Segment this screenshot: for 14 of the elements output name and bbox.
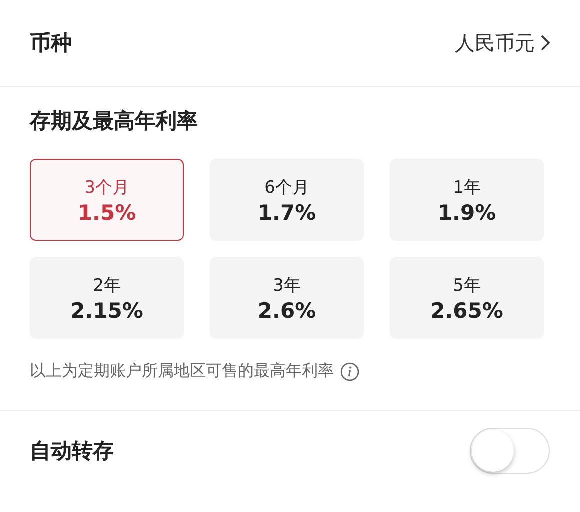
- rate-note: 以上为定期账户所属地区可售的最高年利率: [30, 361, 334, 382]
- currency-label: 币种: [30, 30, 72, 57]
- auto-renew-label: 自动转存: [30, 438, 114, 465]
- currency-value[interactable]: 人民币元: [455, 30, 535, 56]
- auto-renew-toggle[interactable]: [470, 428, 550, 474]
- info-icon[interactable]: [340, 362, 360, 382]
- section-title: 存期及最高年利率: [30, 108, 199, 135]
- term-option[interactable]: 6个月 1.7%: [210, 159, 364, 241]
- term-option[interactable]: 2年 2.15%: [30, 257, 184, 339]
- term-option[interactable]: 3个月 1.5%: [30, 159, 184, 241]
- term-option[interactable]: 5年 2.65%: [390, 257, 544, 339]
- term-option[interactable]: 3年 2.6%: [210, 257, 364, 339]
- term-option[interactable]: 1年 1.9%: [390, 159, 544, 241]
- chevron-icon[interactable]: [541, 35, 550, 51]
